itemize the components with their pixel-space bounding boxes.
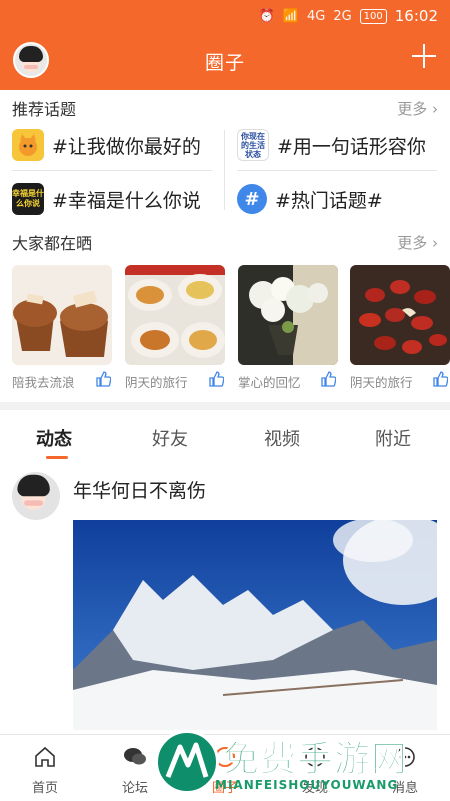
share-photo-flowers[interactable]	[238, 265, 338, 365]
tab-nearby[interactable]: 附近	[375, 425, 411, 451]
battery-indicator: 100	[359, 8, 387, 24]
wifi-icon: 📶	[282, 8, 299, 24]
message-icon	[395, 747, 415, 767]
tab-dynamic[interactable]: 动态	[36, 425, 72, 451]
topic-item[interactable]: 幸福是什么你说 #幸福是什么你说	[12, 180, 201, 218]
topic-item[interactable]: # #热门话题#	[237, 180, 383, 218]
nav-discover[interactable]: 发现	[270, 735, 360, 801]
signal-4g-icon: 4G	[306, 8, 326, 24]
share-label: 陪我去流浪	[12, 375, 75, 390]
bottom-nav: 首页 论坛 圈子 发现 消息	[0, 734, 450, 800]
like-icon[interactable]	[208, 371, 225, 387]
sharing-header: 大家都在晒 更多 ›	[12, 230, 438, 254]
hashtag-icon: #	[237, 184, 267, 214]
recommend-header: 推荐话题 更多 ›	[12, 96, 438, 120]
recommend-title: 推荐话题	[12, 100, 77, 119]
nav-messages[interactable]: 消息	[360, 735, 450, 801]
circle-icon	[215, 747, 235, 767]
sharing-title: 大家都在晒	[12, 234, 93, 253]
like-icon[interactable]	[320, 371, 337, 387]
share-label: 阴天的旅行	[125, 375, 188, 390]
share-label: 掌心的回忆	[238, 375, 301, 390]
page-title: 圈子	[204, 51, 245, 74]
nav-circle[interactable]: 圈子	[180, 735, 270, 801]
chat-icon	[124, 748, 146, 765]
avatar-face-icon	[12, 472, 60, 520]
post-author-name[interactable]: 年华何日不离伤	[73, 476, 206, 503]
share-photo-dishes[interactable]	[125, 265, 225, 365]
topic-label: #热门话题#	[275, 189, 383, 212]
like-icon[interactable]	[95, 371, 112, 387]
topic-item[interactable]: #让我做你最好的	[12, 126, 201, 164]
topic-item[interactable]: 你现在的生活状态 #用一句话形容你	[237, 126, 426, 164]
alarm-icon: ⏰	[258, 8, 275, 24]
recommend-more-link[interactable]: 更多 ›	[397, 98, 438, 119]
text-card-icon: 你现在的生活状态	[237, 129, 269, 161]
happiness-card-icon: 幸福是什么你说	[12, 183, 44, 215]
status-bar: ⏰ 📶 4G 2G 100 16:02	[0, 0, 450, 32]
avatar-face-icon	[15, 44, 47, 76]
add-icon[interactable]	[412, 44, 436, 68]
topic-label: #让我做你最好的	[52, 135, 201, 158]
tab-video[interactable]: 视频	[264, 425, 300, 451]
post-author-avatar[interactable]	[12, 472, 60, 520]
status-time: 16:02	[394, 7, 438, 25]
nav-forum[interactable]: 论坛	[90, 735, 180, 801]
top-bar: 圈子	[0, 32, 450, 90]
cat-icon	[12, 129, 44, 161]
topic-label: #幸福是什么你说	[52, 189, 201, 212]
nav-home[interactable]: 首页	[0, 735, 90, 801]
like-icon[interactable]	[432, 371, 449, 387]
compass-icon	[305, 747, 325, 767]
share-photo-dates[interactable]	[350, 265, 450, 365]
section-divider	[0, 402, 450, 410]
topic-label: #用一句话形容你	[277, 135, 426, 158]
share-label: 阴天的旅行	[350, 375, 413, 390]
user-avatar[interactable]	[13, 42, 49, 78]
home-icon	[35, 746, 55, 767]
sharing-more-link[interactable]: 更多 ›	[397, 232, 438, 253]
tab-indicator	[46, 456, 68, 459]
tab-friends[interactable]: 好友	[152, 425, 188, 451]
share-photo-cupcakes[interactable]	[12, 265, 112, 365]
signal-2g-icon: 2G	[333, 8, 352, 24]
post-image-mountains[interactable]	[73, 520, 437, 730]
